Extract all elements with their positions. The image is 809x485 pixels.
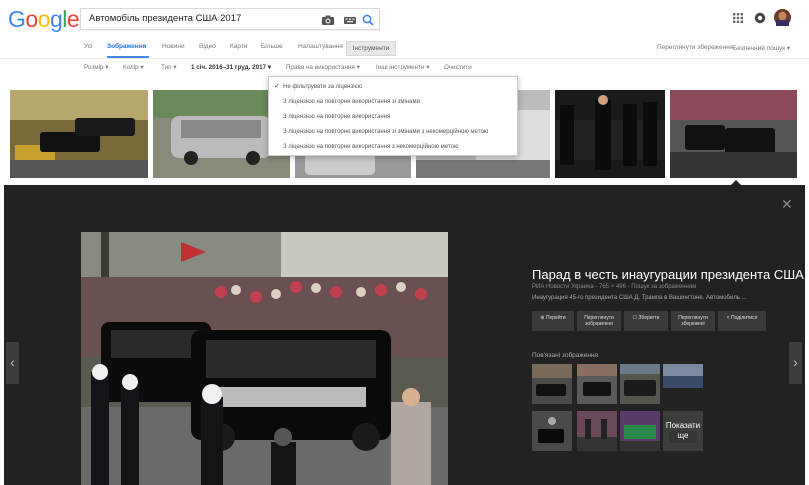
avatar[interactable] [774,9,791,26]
related-image[interactable] [620,364,660,404]
safe-search-link[interactable]: Безпечний пошук ▾ [733,44,790,52]
tab-images[interactable]: Зображення [107,43,146,50]
filter-more-tools[interactable]: Інші інструменти ▾ [376,64,429,71]
result-image[interactable] [670,90,797,178]
visit-button[interactable]: ⊕ Перейти [532,311,574,331]
related-image[interactable] [663,364,703,404]
share-icon: < [726,315,730,321]
tab-news[interactable]: Новини [162,43,185,50]
google-logo[interactable]: Google [8,6,80,33]
filter-type[interactable]: Тип ▾ [161,64,176,71]
tab-video[interactable]: Відео [199,43,216,50]
dropdown-option[interactable]: З ліцензією на повторне використання з н… [269,140,519,154]
camera-icon[interactable] [321,13,335,27]
preview-description: Инаугурация 45-го президента США Д. Трам… [532,295,747,301]
filter-color[interactable]: Колір ▾ [123,64,144,71]
chevron-right-icon[interactable]: › [789,342,802,384]
preview-title[interactable]: Парад в честь инаугурации президента США… [532,267,809,282]
filter-usage-rights[interactable]: Права на використання ▾ [286,64,360,71]
filter-bar: Розмір ▾ Колір ▾ Тип ▾ 1 січ. 2016–31 гр… [0,60,809,76]
dropdown-option[interactable]: ✓ Не фільтрувати за ліцензією [269,80,519,94]
preview-source: РИА Новости Украина - 765 × 496 - Пошук … [532,284,697,290]
share-button[interactable]: < Поділитися [718,311,766,331]
tab-maps[interactable]: Карти [230,43,247,50]
divider [0,58,809,59]
result-image[interactable] [10,90,148,178]
save-button[interactable]: ☐ Зберегти [624,311,668,331]
search-icon[interactable] [361,13,375,27]
filter-date[interactable]: 1 січ. 2016–31 груд. 2017 ▾ [191,64,271,71]
notifications-icon[interactable] [754,12,766,24]
show-more-button[interactable]: Показати ще [663,411,703,451]
related-image[interactable] [577,411,617,451]
tab-settings[interactable]: Налаштування [298,43,343,50]
related-image[interactable] [532,364,572,404]
related-image[interactable] [532,411,572,451]
tab-all[interactable]: Усі [84,43,92,50]
keyboard-icon[interactable] [343,13,357,27]
check-icon: ✓ [274,83,280,90]
search-box[interactable]: Автомобіль президента США 2017 [80,8,380,30]
chevron-left-icon[interactable]: ‹ [6,342,19,384]
search-input[interactable]: Автомобіль президента США 2017 [89,13,241,24]
usage-rights-dropdown: ✓ Не фільтрувати за ліцензією З ліцензією… [268,76,518,156]
related-image[interactable] [620,411,660,451]
apps-grid-icon[interactable] [733,13,743,23]
filter-clear[interactable]: Очистити [444,64,472,71]
related-image[interactable] [577,364,617,404]
dropdown-option[interactable]: З ліцензією на повторне використання зі … [269,95,519,109]
close-icon[interactable]: ✕ [781,196,793,213]
header: Google Автомобіль президента США 2017 [0,0,809,40]
related-images-heading: Пов'язані зображення [532,352,599,359]
view-saved-button[interactable]: Переглянути збережені [671,311,715,331]
filter-size[interactable]: Розмір ▾ [84,64,108,71]
preview-image[interactable] [81,232,448,485]
tab-more[interactable]: Більше [261,43,283,50]
tools-button[interactable]: Інструменти [346,41,396,56]
globe-icon: ⊕ [540,315,545,321]
bookmark-icon: ☐ [632,315,637,321]
saved-images-link[interactable]: Переглянути збереження [657,44,733,51]
dropdown-option[interactable]: З ліцензією на повторне використання зі … [269,125,519,139]
dropdown-option[interactable]: З ліцензією на повторне використання [269,110,519,124]
view-image-button[interactable]: Переглянути зображення [577,311,621,331]
result-image[interactable] [555,90,665,178]
